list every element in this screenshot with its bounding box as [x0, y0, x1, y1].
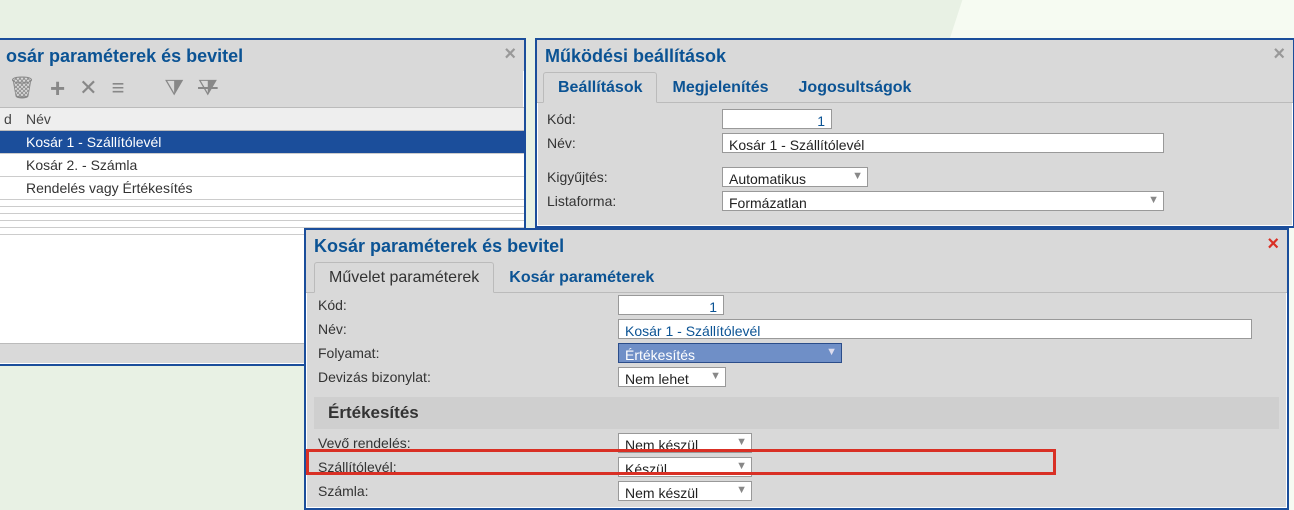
- field-vevo[interactable]: Nem készül ▼: [618, 433, 752, 453]
- row-nev: Név: Kosár 1 - Szállítólevél: [306, 317, 1287, 341]
- label-folyamat: Folyamat:: [318, 345, 618, 361]
- row-szamla: Számla: Nem készül ▼: [306, 479, 1287, 503]
- close-icon[interactable]: ×: [504, 44, 516, 64]
- label-lista: Listaforma:: [547, 193, 722, 209]
- label-kigy: Kigyűjtés:: [547, 169, 722, 185]
- label-kod: Kód:: [318, 297, 618, 313]
- chevron-down-icon: ▼: [826, 342, 837, 362]
- tab-settings[interactable]: Beállítások: [543, 72, 657, 103]
- row-kigy: Kigyűjtés: Automatikus ▼: [547, 165, 1283, 189]
- panel-b-title: Működési beállítások: [545, 46, 726, 67]
- row-name: Kosár 2. - Számla: [26, 157, 518, 173]
- row-nev: Név: Kosár 1 - Szállítólevél: [547, 131, 1283, 155]
- list-row: [0, 207, 524, 214]
- panel-a-titlebar: osár paraméterek és bevitel ×: [0, 40, 524, 71]
- close-icon[interactable]: ×: [1267, 234, 1279, 254]
- panel-c-titlebar: Kosár paraméterek és bevitel ×: [306, 230, 1287, 261]
- field-kigy[interactable]: Automatikus ▼: [722, 167, 868, 187]
- list-row[interactable]: Rendelés vagy Értékesítés: [0, 177, 524, 200]
- tab-display[interactable]: Megjelenítés: [657, 72, 783, 103]
- filter-icon[interactable]: ⧩: [164, 77, 184, 99]
- field-szamla[interactable]: Nem készül ▼: [618, 481, 752, 501]
- filter-clear-icon[interactable]: ⧩: [198, 77, 218, 99]
- list-icon[interactable]: ≡: [112, 77, 125, 99]
- chevron-down-icon: ▼: [710, 366, 721, 386]
- row-folyamat: Folyamat: Értékesítés ▼: [306, 341, 1287, 365]
- chevron-down-icon: ▼: [852, 166, 863, 186]
- list-header: d Név: [0, 107, 524, 131]
- list-row[interactable]: Kosár 2. - Számla: [0, 154, 524, 177]
- row-szallitolevel: Szállítólevél: Készül ▼: [306, 455, 1287, 479]
- list-row: [0, 214, 524, 221]
- row-name: Rendelés vagy Értékesítés: [26, 180, 518, 196]
- list-row[interactable]: Kosár 1 - Szállítólevél: [0, 131, 524, 154]
- label-nev: Név:: [547, 135, 722, 151]
- list-row: [0, 221, 524, 228]
- label-vevo: Vevő rendelés:: [318, 435, 618, 451]
- label-szallitolevel: Szállítólevél:: [318, 459, 618, 475]
- tools-icon[interactable]: ✕: [79, 77, 97, 99]
- chevron-down-icon: ▼: [1148, 190, 1159, 210]
- col-name[interactable]: Név: [26, 111, 518, 127]
- row-name: Kosár 1 - Szállítólevél: [26, 134, 518, 150]
- tab-basket-params[interactable]: Kosár paraméterek: [494, 262, 669, 293]
- row-devizas: Devizás bizonylat: Nem lehet ▼: [306, 365, 1287, 389]
- field-szallitolevel[interactable]: Készül ▼: [618, 457, 752, 477]
- row-kod: Kód: 1: [547, 107, 1283, 131]
- chevron-down-icon: ▼: [736, 480, 747, 500]
- close-icon[interactable]: ×: [1273, 44, 1285, 64]
- trash-icon[interactable]: 🗑: [8, 77, 36, 99]
- field-folyamat[interactable]: Értékesítés ▼: [618, 343, 842, 363]
- row-vevo: Vevő rendelés: Nem készül ▼: [306, 431, 1287, 455]
- field-nev[interactable]: Kosár 1 - Szállítólevél: [722, 133, 1164, 153]
- tab-op-params[interactable]: Művelet paraméterek: [314, 262, 494, 293]
- panel-c-title: Kosár paraméterek és bevitel: [314, 236, 564, 257]
- list-row: [0, 200, 524, 207]
- row-lista: Listaforma: Formázatlan ▼: [547, 189, 1283, 213]
- panel-basket-params: Kosár paraméterek és bevitel × Művelet p…: [304, 228, 1289, 510]
- chevron-down-icon: ▼: [736, 456, 747, 476]
- col-id[interactable]: d: [4, 111, 26, 127]
- panel-b-titlebar: Működési beállítások ×: [537, 40, 1293, 71]
- panel-a-toolbar: 🗑 + ✕ ≡ ⧩ ⧩: [0, 71, 524, 107]
- panel-settings: Működési beállítások × Beállítások Megje…: [535, 38, 1294, 228]
- field-kod[interactable]: 1: [618, 295, 724, 315]
- row-kod: Kód: 1: [306, 293, 1287, 317]
- chevron-down-icon: ▼: [736, 432, 747, 452]
- plus-icon[interactable]: +: [50, 75, 65, 101]
- panel-c-body: Kód: 1 Név: Kosár 1 - Szállítólevél Foly…: [306, 293, 1287, 503]
- label-kod: Kód:: [547, 111, 722, 127]
- field-nev[interactable]: Kosár 1 - Szállítólevél: [618, 319, 1252, 339]
- field-kod[interactable]: 1: [722, 109, 832, 129]
- label-nev: Név:: [318, 321, 618, 337]
- panel-b-body: Kód: 1 Név: Kosár 1 - Szállítólevél Kigy…: [537, 103, 1293, 219]
- panel-b-tabs: Beállítások Megjelenítés Jogosultságok: [537, 71, 1293, 103]
- panel-a-title: osár paraméterek és bevitel: [6, 46, 243, 67]
- field-devizas[interactable]: Nem lehet ▼: [618, 367, 726, 387]
- field-lista[interactable]: Formázatlan ▼: [722, 191, 1164, 211]
- section-heading: Értékesítés: [314, 397, 1279, 429]
- tab-permissions[interactable]: Jogosultságok: [784, 72, 927, 103]
- panel-c-tabs: Művelet paraméterek Kosár paraméterek: [306, 261, 1287, 293]
- label-devizas: Devizás bizonylat:: [318, 369, 618, 385]
- label-szamla: Számla:: [318, 483, 618, 499]
